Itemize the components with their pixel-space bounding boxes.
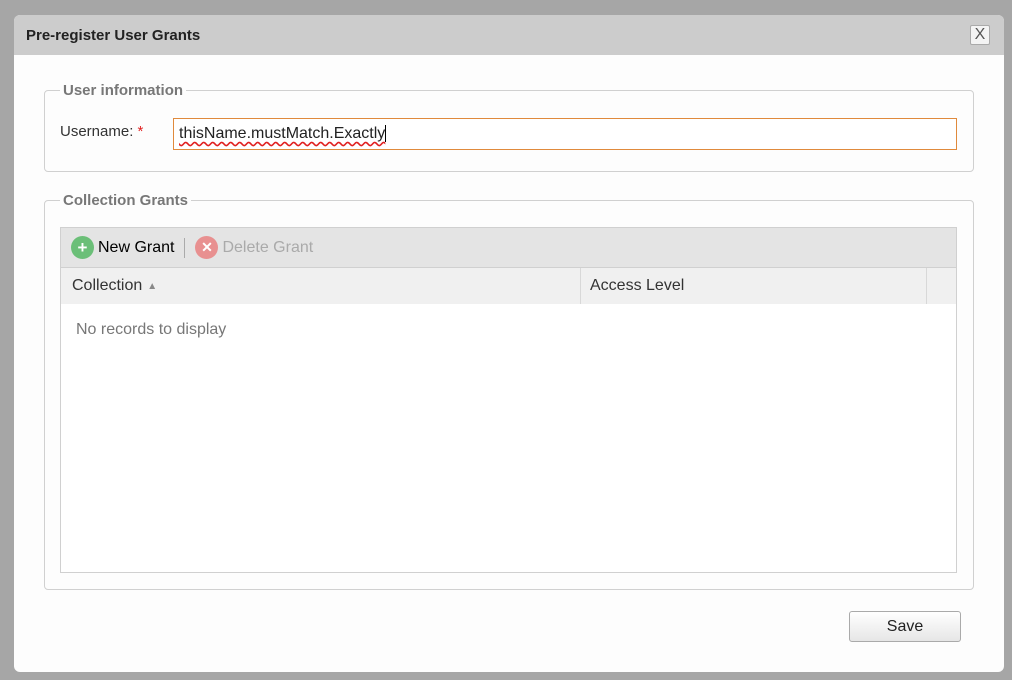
required-mark: *: [137, 123, 144, 140]
new-grant-label: New Grant: [98, 238, 175, 256]
grid-toolbar: + New Grant ✕ Delete Grant: [61, 228, 956, 268]
dialog-title: Pre-register User Grants: [26, 27, 201, 44]
user-information-legend: User information: [63, 82, 184, 99]
sort-ascending-icon: ▲: [147, 280, 158, 292]
collection-grants-legend: Collection Grants: [63, 192, 189, 209]
username-input[interactable]: thisName.mustMatch.Exactly: [173, 118, 957, 150]
dialog-titlebar: Pre-register User Grants X: [14, 15, 1004, 55]
grid-header: Collection ▲ Access Level: [61, 268, 956, 304]
close-icon[interactable]: X: [970, 25, 990, 45]
grants-grid: + New Grant ✕ Delete Grant Collection ▲ A…: [60, 227, 957, 573]
column-access-level-label: Access Level: [590, 277, 685, 294]
delete-grant-button[interactable]: ✕ Delete Grant: [195, 236, 313, 259]
delete-icon: ✕: [195, 236, 219, 259]
column-collection[interactable]: Collection ▲: [61, 268, 581, 304]
plus-icon: +: [71, 236, 94, 259]
toolbar-separator: [184, 237, 186, 258]
username-label: Username: *: [60, 123, 143, 140]
column-collection-label: Collection: [72, 277, 143, 294]
save-button[interactable]: Save: [849, 611, 961, 642]
new-grant-button[interactable]: + New Grant: [71, 236, 174, 259]
empty-message: No records to display: [76, 321, 227, 338]
column-access-level[interactable]: Access Level: [581, 268, 927, 304]
username-value: thisName.mustMatch.Exactly: [179, 125, 387, 142]
delete-grant-label: Delete Grant: [222, 238, 314, 256]
username-label-text: Username:: [60, 123, 134, 140]
pre-register-dialog: Pre-register User Grants X User informat…: [14, 15, 1004, 672]
